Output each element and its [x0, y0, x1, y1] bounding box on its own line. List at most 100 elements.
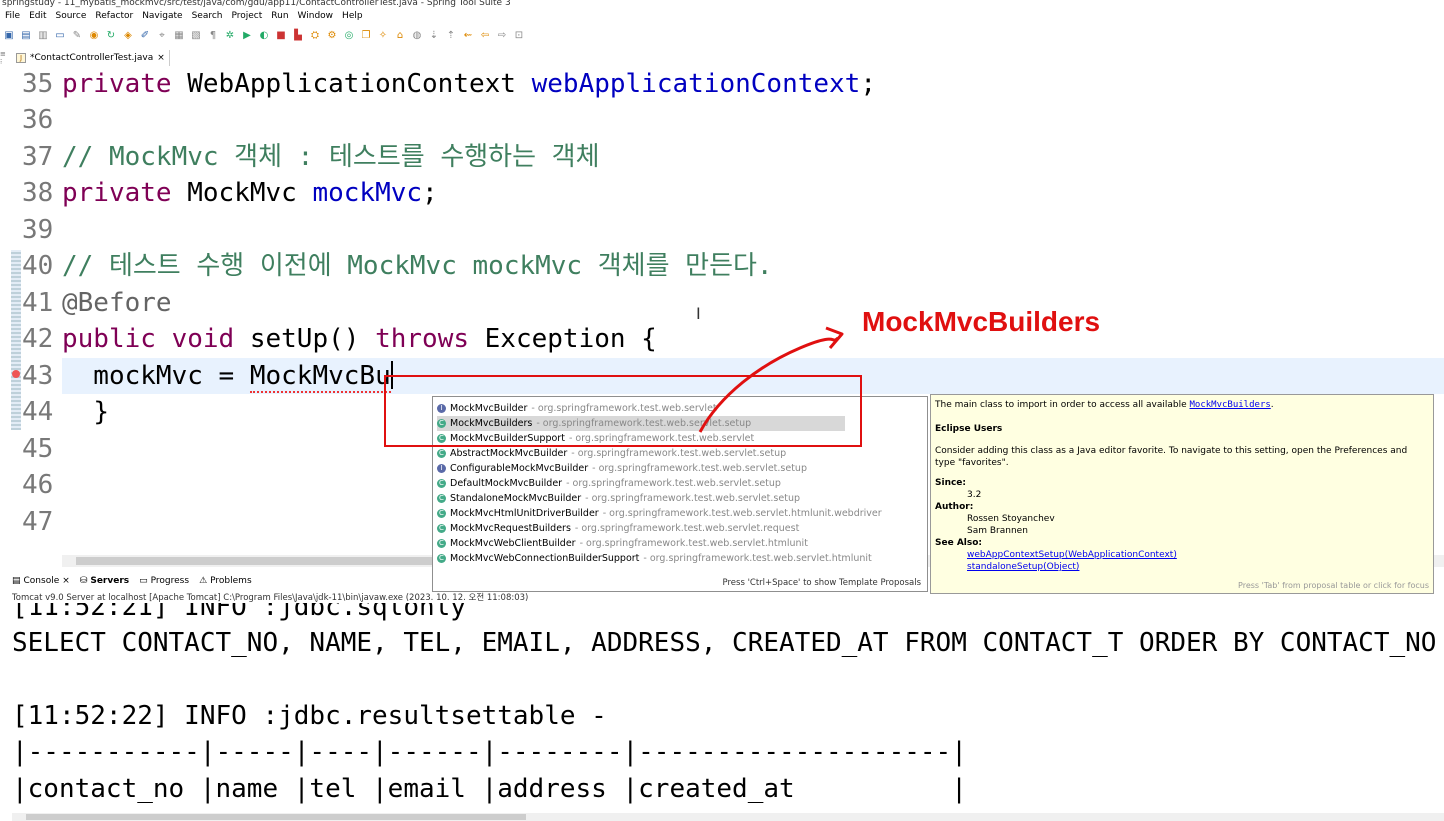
- new-java-class-icon[interactable]: ◈: [121, 30, 135, 42]
- coverage-icon[interactable]: ◐: [257, 30, 271, 42]
- open-type-icon[interactable]: ⌖: [155, 30, 169, 42]
- open-task-icon[interactable]: ⌂: [393, 30, 407, 42]
- code-line: 42 public void setUp() throws Exception {: [22, 324, 657, 354]
- menu-file[interactable]: File: [5, 11, 20, 21]
- proposal-item[interactable]: C DefaultMockMvcBuilder - org.springframe…: [437, 476, 781, 491]
- tab-problems[interactable]: ⚠ Problems: [199, 576, 252, 586]
- last-edit-icon[interactable]: ⇜: [461, 30, 475, 42]
- save-icon[interactable]: ▤: [19, 30, 33, 42]
- menu-source[interactable]: Source: [56, 11, 87, 21]
- proposal-item[interactable]: C MockMvcWebConnectionBuilderSupport - or…: [437, 551, 872, 566]
- console-line: |-----------|-----|----|------|--------|…: [12, 737, 967, 767]
- progress-icon: ▭: [139, 576, 148, 586]
- code-line: 38 private MockMvc mockMvc;: [22, 178, 438, 208]
- menu-run[interactable]: Run: [271, 11, 288, 21]
- new-package-icon[interactable]: ⛭: [308, 30, 322, 42]
- javadoc-see-link[interactable]: webAppContextSetup(WebApplicationContext…: [967, 550, 1177, 560]
- javadoc-author: Rossen Stoyanchev: [967, 514, 1055, 524]
- code-line: 41 @Before: [22, 288, 172, 318]
- proposal-item[interactable]: C StandaloneMockMvcBuilder - org.springfr…: [437, 491, 800, 506]
- list-icon[interactable]: ▧: [189, 30, 203, 42]
- save-all-icon[interactable]: ▥: [36, 30, 50, 42]
- bottom-view-tabs: ▤ Console × ⛁ Servers ▭ Progress ⚠ Problems: [12, 574, 1444, 588]
- proposal-item[interactable]: C MockMvcWebClientBuilder - org.springfra…: [437, 536, 808, 551]
- menu-search[interactable]: Search: [192, 11, 223, 21]
- tab-console[interactable]: ▤ Console ×: [12, 576, 70, 586]
- skip-breakpoints-icon[interactable]: ✎: [70, 30, 84, 42]
- menu-help[interactable]: Help: [342, 11, 363, 21]
- menu-project[interactable]: Project: [231, 11, 262, 21]
- code-line: 40// 테스트 수행 이전에 MockMvc mockMvc 객체를 만든다.: [22, 251, 773, 281]
- refresh-icon[interactable]: ↻: [104, 30, 118, 42]
- class-icon: C: [437, 539, 446, 548]
- javadoc-intro: The main class to import in order to acc…: [935, 400, 1274, 410]
- editor-tab[interactable]: J *ContactControllerTest.java ×: [12, 50, 170, 66]
- class-icon: C: [437, 479, 446, 488]
- external-tools-icon[interactable]: ▙: [291, 30, 305, 42]
- annotation-label: MockMvcBuilders: [862, 306, 1101, 337]
- globe-icon[interactable]: ◍: [410, 30, 424, 42]
- menu-navigate[interactable]: Navigate: [142, 11, 182, 21]
- javadoc-since-label: Since:: [935, 478, 967, 488]
- console-icon: ▤: [12, 576, 21, 586]
- scrollbar-thumb[interactable]: [26, 814, 526, 820]
- boot-dashboard-icon[interactable]: ◉: [87, 30, 101, 42]
- interface-icon: I: [437, 464, 446, 473]
- tab-servers[interactable]: ⛁ Servers: [80, 576, 129, 586]
- pilcrow-icon[interactable]: ¶: [206, 30, 220, 42]
- close-icon[interactable]: ×: [62, 576, 70, 586]
- class-icon: C: [437, 509, 446, 518]
- menu-window[interactable]: Window: [298, 11, 334, 21]
- new-class-icon[interactable]: ⚙: [325, 30, 339, 42]
- class-icon: C: [437, 449, 446, 458]
- console-line: [11:52:22] INFO :jdbc.resultsettable -: [12, 701, 607, 731]
- new-icon[interactable]: ▣: [2, 30, 16, 42]
- menu-bar: File Edit Source Refactor Navigate Searc…: [0, 8, 1444, 24]
- change-ruler: [11, 250, 21, 430]
- menu-refactor[interactable]: Refactor: [95, 11, 133, 21]
- code-line-current: 43 mockMvc = MockMvcBu: [22, 360, 393, 393]
- terminal-icon[interactable]: ▭: [53, 30, 67, 42]
- javadoc-since: 3.2: [967, 490, 982, 500]
- proposal-item[interactable]: I ConfigurableMockMvcBuilder - org.spring…: [437, 461, 807, 476]
- javadoc-author: Sam Brannen: [967, 526, 1028, 536]
- scrollbar-thumb[interactable]: [76, 557, 436, 565]
- error-marker-icon[interactable]: [12, 370, 20, 378]
- edit-icon[interactable]: ✐: [138, 30, 152, 42]
- next-annotation-icon[interactable]: ⇣: [427, 30, 441, 42]
- prev-annotation-icon[interactable]: ⇡: [444, 30, 458, 42]
- debug-icon[interactable]: ✲: [223, 30, 237, 42]
- search-icon[interactable]: ✧: [376, 30, 390, 42]
- class-icon: C: [437, 524, 446, 533]
- tab-progress[interactable]: ▭ Progress: [139, 576, 189, 586]
- code-line: 44 }: [22, 397, 109, 427]
- menu-edit[interactable]: Edit: [29, 11, 46, 21]
- forward-icon[interactable]: ⇨: [495, 30, 509, 42]
- code-line: 47: [22, 507, 54, 537]
- servers-icon: ⛁: [79, 576, 88, 586]
- code-line: 39: [22, 215, 54, 245]
- close-icon[interactable]: ×: [157, 53, 165, 63]
- pin-icon[interactable]: ⊡: [512, 30, 526, 42]
- proposal-item[interactable]: C AbstractMockMvcBuilder - org.springfram…: [437, 446, 786, 461]
- javadoc-popup[interactable]: The main class to import in order to acc…: [930, 394, 1434, 594]
- console-output[interactable]: [11:52:21] INFO :jdbc.sqlonly SELECT CON…: [12, 603, 1444, 813]
- doc-icon[interactable]: ▦: [172, 30, 186, 42]
- new-interface-icon[interactable]: ◎: [342, 30, 356, 42]
- java-file-icon: J: [16, 53, 26, 63]
- console-horizontal-scrollbar[interactable]: [12, 813, 1444, 821]
- code-line: 45: [22, 434, 54, 464]
- code-line: 37// MockMvc 객체 : 테스트를 수행하는 객체: [22, 142, 600, 172]
- javadoc-see-label: See Also:: [935, 538, 983, 548]
- editor-tab-bar: J *ContactControllerTest.java ×: [12, 50, 1444, 66]
- open-folder-icon[interactable]: ❐: [359, 30, 373, 42]
- back-icon[interactable]: ⇦: [478, 30, 492, 42]
- stop-icon[interactable]: ■: [274, 30, 288, 42]
- console-line: [11:52:21] INFO :jdbc.sqlonly: [12, 603, 466, 622]
- run-icon[interactable]: ▶: [240, 30, 254, 42]
- proposal-item[interactable]: C MockMvcHtmlUnitDriverBuilder - org.spri…: [437, 506, 882, 521]
- javadoc-link[interactable]: MockMvcBuilders: [1190, 400, 1271, 410]
- proposal-item[interactable]: C MockMvcRequestBuilders - org.springfram…: [437, 521, 799, 536]
- typed-identifier: MockMvcBu: [249, 361, 391, 393]
- javadoc-see-link[interactable]: standaloneSetup(Object): [967, 562, 1079, 572]
